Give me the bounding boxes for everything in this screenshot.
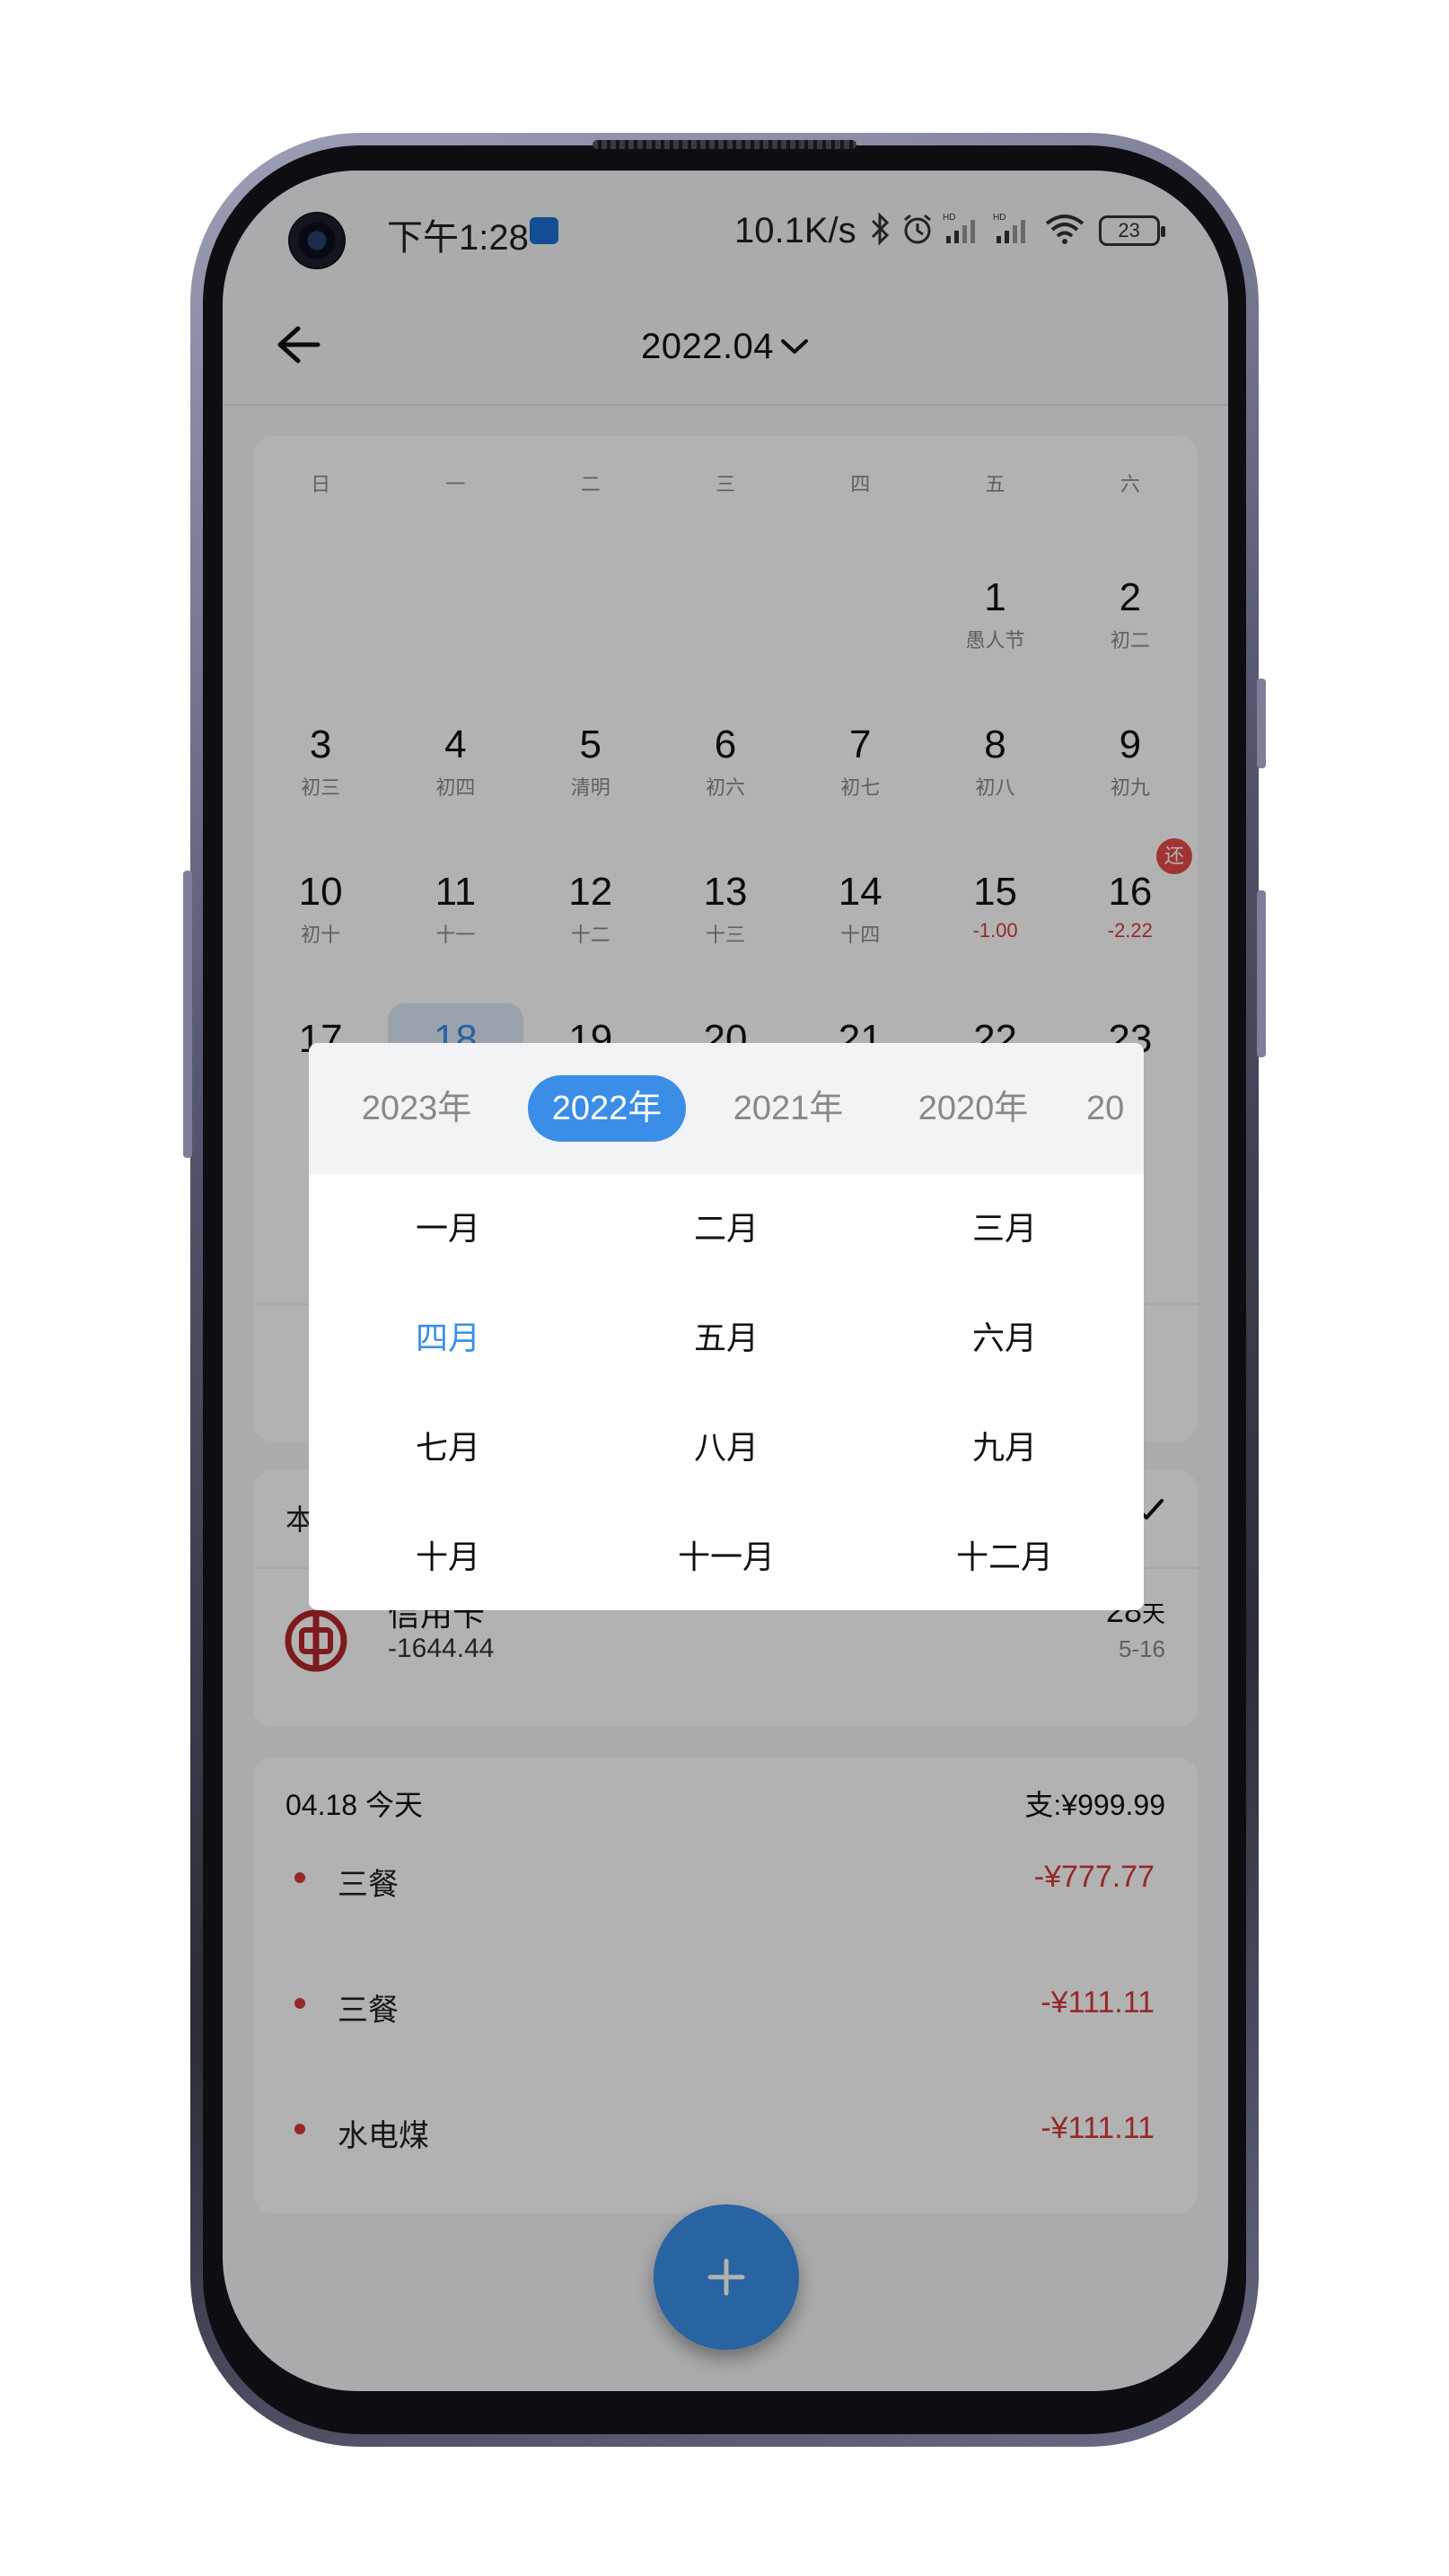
year-option[interactable]: 20 (1086, 1075, 1140, 1142)
year-selector: 2023年 2022年 2021年 2020年 20 (309, 1043, 1144, 1174)
month-row: 一月 二月 三月 (309, 1174, 1144, 1284)
month-option[interactable]: 五月 (587, 1284, 865, 1393)
year-option-selected[interactable]: 2022年 (528, 1075, 686, 1142)
month-picker-dialog: 2023年 2022年 2021年 2020年 20 一月 二月 三月 四月 五… (309, 1043, 1144, 1610)
year-option[interactable]: 2021年 (716, 1075, 860, 1142)
month-option-selected[interactable]: 四月 (309, 1284, 587, 1393)
month-option[interactable]: 八月 (587, 1393, 865, 1503)
earpiece (593, 140, 856, 149)
month-option[interactable]: 二月 (587, 1174, 865, 1284)
month-option[interactable]: 十二月 (865, 1503, 1144, 1610)
month-option[interactable]: 三月 (865, 1174, 1144, 1284)
month-grid: 一月 二月 三月 四月 五月 六月 七月 八月 九月 十月 十一月 十二月 (309, 1174, 1144, 1610)
month-option[interactable]: 十月 (309, 1503, 587, 1610)
month-row: 四月 五月 六月 (309, 1284, 1144, 1393)
screen: 下午1:28 10.1K/s HD HD 23 2022.04 日 一 二 三 … (223, 171, 1228, 2391)
year-option[interactable]: 2020年 (901, 1075, 1045, 1142)
month-option[interactable]: 十一月 (587, 1503, 865, 1610)
month-option[interactable]: 七月 (309, 1393, 587, 1503)
month-row: 七月 八月 九月 (309, 1393, 1144, 1503)
month-option[interactable]: 一月 (309, 1174, 587, 1284)
year-option[interactable]: 2023年 (345, 1075, 488, 1142)
month-row: 十月 十一月 十二月 (309, 1503, 1144, 1610)
month-option[interactable]: 九月 (865, 1393, 1144, 1503)
volume-button-left (183, 871, 192, 1158)
power-button-right (1257, 679, 1266, 768)
month-option[interactable]: 六月 (865, 1284, 1144, 1393)
volume-button-right (1257, 890, 1266, 1057)
